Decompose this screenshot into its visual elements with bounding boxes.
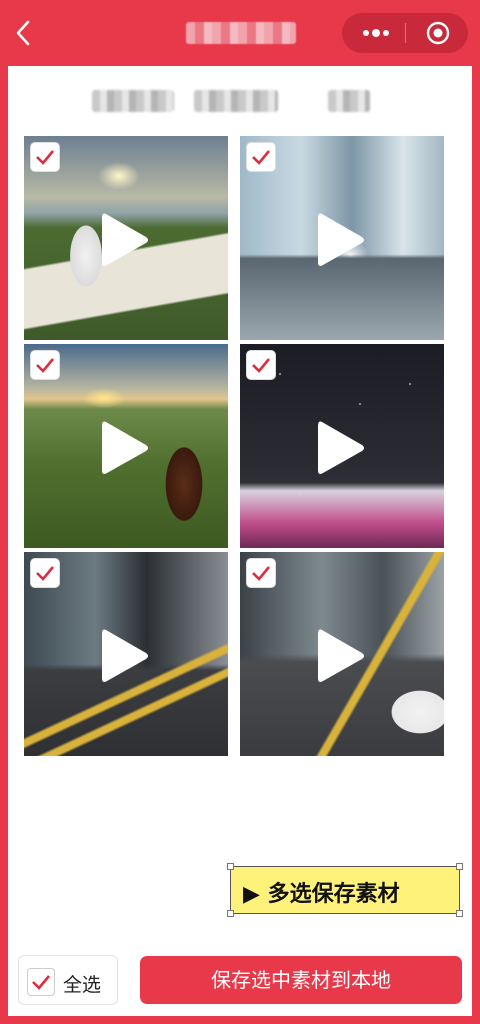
tip-label: ▶ 多选保存素材 [243, 882, 400, 907]
play-icon [102, 213, 148, 266]
content-panel: ▶ 多选保存素材 全选 保存选中素材到本地 [8, 66, 472, 1016]
item-checkbox[interactable] [246, 142, 276, 172]
capsule-divider [405, 23, 406, 43]
tab-bar [8, 84, 472, 118]
multi-select-save-tip[interactable]: ▶ 多选保存素材 [227, 863, 463, 917]
back-button[interactable] [14, 18, 42, 48]
checkmark-icon [32, 975, 50, 990]
page-title [186, 22, 296, 44]
select-all-label: 全选 [63, 974, 102, 996]
resize-handle[interactable] [456, 863, 463, 870]
checkmark-icon [252, 150, 270, 165]
save-selected-button[interactable]: 保存选中素材到本地 [140, 956, 462, 1004]
select-all-checkbox[interactable] [27, 968, 55, 996]
resize-handle[interactable] [456, 910, 463, 917]
tab-3[interactable] [328, 90, 370, 112]
play-icon [102, 629, 148, 682]
target-icon[interactable] [426, 21, 450, 45]
media-item[interactable] [240, 552, 444, 756]
media-item[interactable] [24, 552, 228, 756]
play-icon [318, 629, 364, 682]
item-checkbox[interactable] [246, 558, 276, 588]
resize-handle[interactable] [227, 910, 234, 917]
checkmark-icon [252, 566, 270, 581]
play-icon [102, 421, 148, 474]
resize-handle[interactable] [227, 863, 234, 870]
media-item[interactable] [240, 344, 444, 548]
play-icon [318, 213, 364, 266]
top-bar [0, 0, 480, 66]
chevron-left-icon [16, 20, 30, 46]
media-item[interactable] [240, 136, 444, 340]
checkmark-icon [36, 566, 54, 581]
tab-1[interactable] [92, 90, 174, 112]
checkmark-icon [36, 358, 54, 373]
item-checkbox[interactable] [246, 350, 276, 380]
media-item[interactable] [24, 136, 228, 340]
play-icon [318, 421, 364, 474]
checkmark-icon [36, 150, 54, 165]
mini-program-capsule [342, 13, 468, 53]
checkmark-icon [252, 358, 270, 373]
tab-2[interactable] [194, 90, 278, 112]
item-checkbox[interactable] [30, 558, 60, 588]
more-dots-icon[interactable] [360, 25, 392, 41]
media-item[interactable] [24, 344, 228, 548]
item-checkbox[interactable] [30, 142, 60, 172]
select-all-button[interactable]: 全选 [18, 955, 118, 1005]
item-checkbox[interactable] [30, 350, 60, 380]
footer-bar: 全选 保存选中素材到本地 [8, 946, 472, 1016]
